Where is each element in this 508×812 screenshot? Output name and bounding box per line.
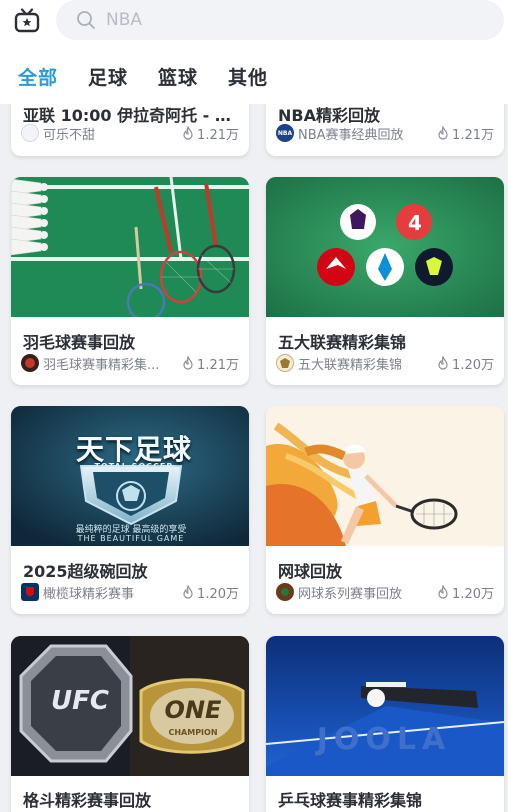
card-title: 羽毛球赛事回放 (23, 333, 136, 352)
search-icon (76, 9, 98, 31)
top-header: 全部 足球 篮球 其他 (0, 0, 508, 104)
avatar (21, 354, 39, 372)
football-show-thumbnail: 天下足球 TOTAL SOCCER 最纯粹的足球 最高级的享受 THE BEAU… (11, 406, 249, 546)
badminton-thumbnail (11, 177, 249, 317)
tv-button[interactable] (12, 6, 42, 36)
view-count-text: 1.20万 (452, 357, 494, 373)
tab-all[interactable]: 全部 (18, 63, 58, 90)
video-card[interactable]: JOOLA 乒乓球赛事精彩集锦 (266, 636, 504, 812)
football-show-tagline-en: THE BEAUTIFUL GAME (77, 534, 185, 543)
flame-icon (183, 585, 193, 599)
view-count: 1.21万 (182, 124, 239, 143)
flame-icon (183, 356, 193, 370)
view-count: 1.20万 (437, 583, 494, 602)
card-title: 网球回放 (278, 562, 343, 581)
tv-icon (14, 8, 40, 33)
avatar (276, 583, 294, 601)
card-meta: 网球系列赛事回放 1.20万 (276, 582, 494, 602)
card-source: 羽毛球赛事精彩集... (43, 357, 160, 373)
tab-basketball[interactable]: 篮球 (158, 63, 198, 90)
flame-icon (438, 356, 448, 370)
card-title: 乒乓球赛事精彩集锦 (278, 791, 423, 810)
tab-football[interactable]: 足球 (88, 63, 128, 90)
card-meta: 五大联赛精彩集锦 1.20万 (276, 353, 494, 373)
nfl-avatar (21, 583, 39, 601)
card-title: 五大联赛精彩集锦 (278, 333, 407, 352)
video-card[interactable]: 4 五大联赛精彩集锦 五大联赛精彩集锦 1.20万 (266, 177, 504, 385)
nba-avatar-text: NBA (277, 129, 293, 137)
flame-icon (438, 126, 448, 140)
view-count: 1.20万 (182, 583, 239, 602)
card-title: 格斗精彩赛事回放 (23, 791, 152, 810)
view-count: 1.20万 (437, 354, 494, 373)
tennis-thumbnail (266, 406, 504, 546)
nba-avatar: NBA (276, 124, 294, 142)
joola-brand-text: JOOLA (316, 722, 452, 757)
card-source: NBA赛事经典回放 (298, 127, 404, 143)
combat-sports-thumbnail: UFC ONE CHAMPION (11, 636, 249, 776)
category-tabs: 全部 足球 篮球 其他 (18, 62, 268, 90)
avatar (276, 354, 294, 372)
video-card[interactable]: 网球回放 网球系列赛事回放 1.20万 (266, 406, 504, 614)
card-source: 橄榄球精彩赛事 (43, 586, 135, 602)
view-count: 1.21万 (182, 354, 239, 373)
video-card[interactable]: 天下足球 TOTAL SOCCER 最纯粹的足球 最高级的享受 THE BEAU… (11, 406, 249, 614)
video-card[interactable]: UFC ONE CHAMPION 格斗精彩赛事回放 (11, 636, 249, 812)
view-count-text: 1.20万 (197, 586, 239, 602)
ufc-belt-text: UFC (51, 686, 109, 716)
card-source: 五大联赛精彩集锦 (298, 357, 403, 373)
view-count-text: 1.21万 (452, 127, 494, 143)
svg-text:4: 4 (408, 211, 422, 235)
avatar (21, 124, 39, 142)
card-source: 网球系列赛事回放 (298, 586, 403, 602)
flame-icon (438, 585, 448, 599)
flame-icon (183, 126, 193, 140)
view-count-text: 1.21万 (197, 127, 239, 143)
table-tennis-thumbnail: JOOLA (266, 636, 504, 776)
search-input[interactable] (106, 10, 446, 30)
search-bar[interactable] (56, 0, 504, 40)
card-meta: 橄榄球精彩赛事 1.20万 (21, 582, 239, 602)
view-count-text: 1.21万 (197, 357, 239, 373)
tab-other[interactable]: 其他 (228, 63, 268, 90)
card-source: 可乐不甜 (43, 127, 96, 143)
card-meta: 羽毛球赛事精彩集... 1.21万 (21, 353, 239, 373)
view-count-text: 1.20万 (452, 586, 494, 602)
league-logos-thumbnail: 4 (266, 177, 504, 317)
video-card[interactable]: 羽毛球赛事回放 羽毛球赛事精彩集... 1.21万 (11, 177, 249, 385)
card-title: 2025超级碗回放 (23, 562, 148, 581)
football-show-subtitle: TOTAL SOCCER (94, 462, 174, 471)
view-count: 1.21万 (437, 124, 494, 143)
card-meta: 可乐不甜 1.21万 (21, 123, 239, 143)
one-belt-text: ONE (164, 696, 222, 724)
one-belt-subtext: CHAMPION (168, 728, 218, 737)
card-meta: NBA NBA赛事经典回放 1.21万 (276, 123, 494, 143)
